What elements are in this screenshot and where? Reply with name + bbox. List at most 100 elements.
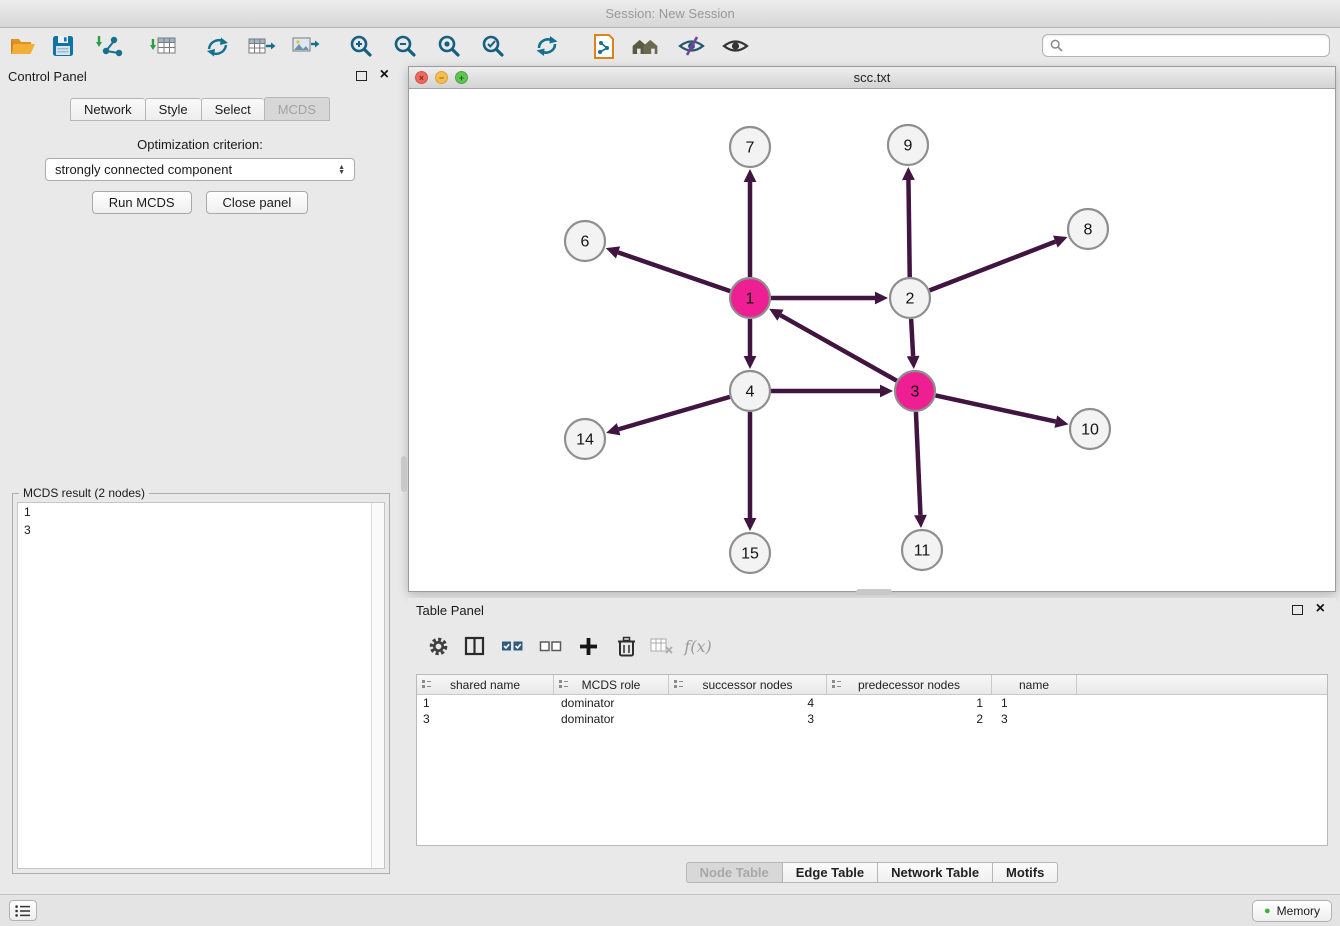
table-cell[interactable]: 3 (669, 711, 827, 727)
select-all-icon[interactable] (498, 632, 526, 660)
function-builder-icon[interactable]: f(x) (684, 632, 712, 660)
table-toolbar: f(x) (408, 624, 1336, 668)
open-file-icon[interactable] (8, 31, 38, 61)
edge-arrowhead (1054, 415, 1068, 428)
column-header-mcds-role[interactable]: MCDS role (554, 675, 669, 694)
table-float-icon[interactable] (1292, 605, 1303, 615)
mcds-result-list[interactable]: 13 (17, 502, 385, 869)
edge-3-1[interactable] (780, 315, 896, 381)
table-cell[interactable]: 3 (417, 711, 554, 727)
criterion-value: strongly connected component (55, 162, 232, 177)
import-network-icon[interactable] (94, 31, 124, 61)
column-header-predecessor-nodes[interactable]: predecessor nodes (827, 675, 992, 694)
column-header-name[interactable]: name (992, 675, 1077, 694)
style-icon[interactable] (676, 31, 706, 61)
task-history-button[interactable] (9, 900, 37, 921)
tab-select[interactable]: Select (201, 98, 264, 121)
window-zoom-icon[interactable]: + (455, 71, 468, 84)
tab-network[interactable]: Network (70, 98, 145, 121)
zoom-fit-icon[interactable] (434, 31, 464, 61)
table-close-icon[interactable]: × (1316, 600, 1325, 618)
table-row[interactable]: 1dominator411 (417, 695, 1327, 711)
table-cell[interactable]: 1 (417, 695, 554, 711)
window-close-icon[interactable]: × (415, 71, 428, 84)
table-cell[interactable]: dominator (554, 695, 669, 711)
window-minimize-icon[interactable]: − (435, 71, 448, 84)
save-icon[interactable] (48, 31, 78, 61)
edge-1-6[interactable] (618, 252, 730, 291)
zoom-selected-icon[interactable] (478, 31, 508, 61)
node-label-7: 7 (746, 140, 755, 157)
control-panel-title: Control Panel (8, 69, 87, 84)
zoom-in-icon[interactable] (346, 31, 376, 61)
table-row[interactable]: 3dominator323 (417, 711, 1327, 727)
edge-2-8[interactable] (930, 242, 1056, 291)
mcds-result-item[interactable]: 1 (18, 503, 384, 521)
window-titlebar[interactable]: Session: New Session (0, 0, 1340, 28)
tab-edge-table[interactable]: Edge Table (782, 862, 877, 883)
edge-2-9[interactable] (908, 180, 909, 277)
main-toolbar (0, 28, 1340, 64)
show-columns-icon[interactable] (460, 632, 488, 660)
table-settings-gear-icon[interactable] (424, 632, 452, 660)
tab-motifs[interactable]: Motifs (992, 862, 1058, 883)
column-header-successor-nodes[interactable]: successor nodes (669, 675, 827, 694)
edge-3-11[interactable] (916, 412, 921, 515)
table-cell[interactable]: dominator (554, 711, 669, 727)
refresh-icon[interactable] (532, 31, 562, 61)
mcds-result-item[interactable]: 3 (18, 521, 384, 539)
table-cell[interactable]: 3 (992, 711, 1077, 727)
delete-table-icon[interactable] (648, 632, 676, 660)
close-panel-button[interactable]: Close panel (206, 191, 309, 214)
edge-2-3[interactable] (911, 319, 913, 356)
table-cell[interactable]: 1 (992, 695, 1077, 711)
result-scrollbar-track[interactable] (371, 503, 384, 868)
tab-mcds[interactable]: MCDS (264, 97, 330, 121)
memory-status-icon: ● (1264, 906, 1271, 917)
run-mcds-button[interactable]: Run MCDS (92, 191, 192, 214)
close-panel-icon[interactable]: × (380, 66, 389, 84)
add-column-icon[interactable] (574, 632, 602, 660)
table-cell[interactable]: 2 (827, 711, 992, 727)
column-header-shared-name[interactable]: shared name (417, 675, 554, 694)
tab-node-table[interactable]: Node Table (686, 862, 782, 883)
import-table-icon[interactable] (148, 31, 178, 61)
export-image-icon[interactable] (290, 31, 320, 61)
edge-4-14[interactable] (619, 397, 730, 429)
criterion-dropdown[interactable]: strongly connected component ▲▼ (45, 158, 355, 181)
export-table-icon[interactable] (246, 31, 276, 61)
tab-style[interactable]: Style (145, 98, 201, 121)
node-label-9: 9 (904, 138, 913, 155)
eye-icon[interactable] (720, 31, 750, 61)
node-label-14: 14 (576, 432, 594, 449)
float-panel-icon[interactable] (356, 71, 367, 81)
network-graph: 1234678910111415 (409, 89, 1335, 591)
node-label-15: 15 (741, 546, 759, 563)
edge-arrowhead (880, 385, 893, 398)
memory-label: Memory (1277, 904, 1320, 918)
horizontal-splitter-handle[interactable] (856, 589, 892, 595)
edge-arrowhead (744, 169, 757, 182)
memory-button[interactable]: ● Memory (1252, 900, 1332, 922)
home-icon[interactable] (630, 31, 660, 61)
tab-network-table[interactable]: Network Table (877, 862, 992, 883)
deselect-all-icon[interactable] (536, 632, 564, 660)
export-network-icon[interactable] (202, 31, 232, 61)
zoom-out-icon[interactable] (390, 31, 420, 61)
optimization-criterion-label: Optimization criterion: (0, 137, 400, 152)
node-label-3: 3 (911, 384, 920, 401)
snapshot-icon[interactable] (590, 31, 620, 61)
vertical-splitter-handle[interactable] (401, 456, 407, 492)
network-window-titlebar[interactable]: × − + scc.txt (409, 67, 1335, 89)
edge-3-10[interactable] (936, 395, 1056, 421)
search-input[interactable] (1068, 39, 1322, 53)
delete-column-icon[interactable] (612, 632, 640, 660)
table-body: 1dominator4113dominator323 (417, 695, 1327, 727)
network-canvas[interactable]: 1234678910111415 (409, 89, 1335, 591)
search-field[interactable] (1042, 34, 1330, 57)
control-panel-tabs: Network Style Select MCDS (0, 97, 400, 121)
table-cell[interactable]: 1 (827, 695, 992, 711)
node-label-1: 1 (746, 291, 755, 308)
sort-icon (558, 679, 569, 690)
table-cell[interactable]: 4 (669, 695, 827, 711)
